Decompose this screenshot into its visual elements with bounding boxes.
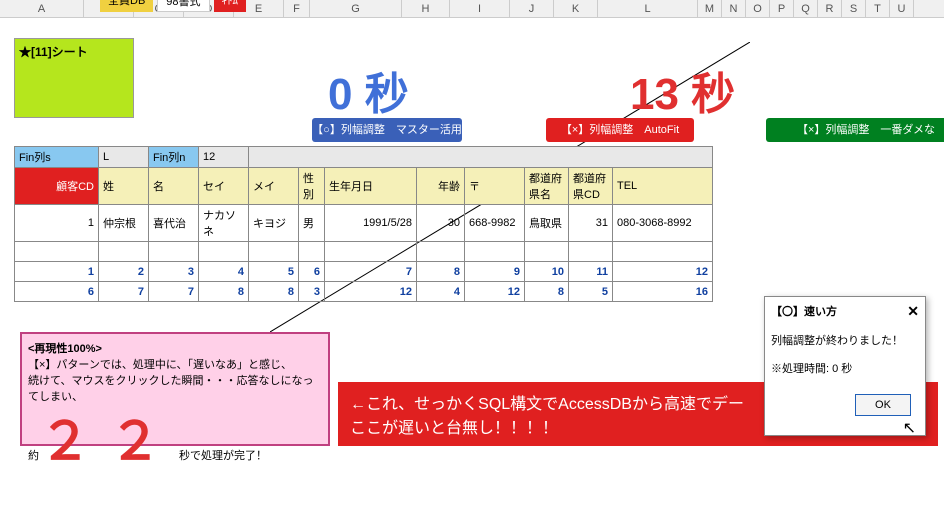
reproducibility-note: <再現性100%> 【×】パターンでは、処理中に、「遅いなあ」と感じ、 続けて、… [20, 332, 330, 446]
col-header-N[interactable]: N [722, 0, 746, 17]
number-row-1[interactable]: 123456789101112 [15, 262, 713, 282]
col-header-G[interactable]: G [310, 0, 402, 17]
timer-0-sec: 0 秒 [328, 58, 409, 122]
big-22-number: ２２ [39, 413, 179, 471]
dialog-title: 【〇】速い方 [771, 303, 837, 320]
col-header-S[interactable]: S [842, 0, 866, 17]
col-header-F[interactable]: F [284, 0, 310, 17]
dialog-time: ※処理時間: 0 秒 [771, 360, 919, 376]
header-row: 顧客CD 姓 名 セイ メイ 性別 生年月日 年齢 〒 都道府県名 都道府県CD… [15, 168, 713, 205]
sheet-tab-1[interactable]: 全員DB [100, 0, 153, 12]
data-row-1[interactable]: 1 仲宗根 喜代治 ナカソネ キヨジ 男 1991/5/28 30 668-99… [15, 205, 713, 242]
col-adjust-worst-button[interactable]: 【×】列幅調整 一番ダメな [766, 118, 944, 142]
col-header-H[interactable]: H [402, 0, 450, 17]
col-header-R[interactable]: R [818, 0, 842, 17]
ok-button[interactable]: OK [855, 394, 911, 416]
close-icon[interactable]: ✕ [907, 303, 919, 320]
empty-row[interactable] [15, 242, 713, 262]
col-header-A[interactable]: A [0, 0, 84, 17]
col-header-J[interactable]: J [510, 0, 554, 17]
sheet-tab-3[interactable]: ｷﾄﾑ [214, 0, 247, 12]
fin-col-s-label: Fin列s [15, 147, 99, 168]
sheet-tab-2[interactable]: 98書式 [157, 0, 209, 12]
customer-table: Fin列s L Fin列n 12 顧客CD 姓 名 セイ メイ 性別 生年月日 … [14, 146, 713, 302]
sheet-tabs[interactable]: 全員DB 98書式 ｷﾄﾑ [100, 0, 246, 12]
fin-col-n-label: Fin列n [149, 147, 199, 168]
col-header-P[interactable]: P [770, 0, 794, 17]
sheet-label-green: ★[11]シート [14, 38, 134, 118]
dialog-body: 列幅調整が終わりました！ [771, 332, 919, 348]
col-header-I[interactable]: I [450, 0, 510, 17]
col-header-T[interactable]: T [866, 0, 890, 17]
col-header-U[interactable]: U [890, 0, 914, 17]
timer-13-sec: 13 秒 [630, 58, 735, 122]
col-header-L[interactable]: L [598, 0, 698, 17]
message-dialog: 【〇】速い方 ✕ 列幅調整が終わりました！ ※処理時間: 0 秒 OK [764, 296, 926, 436]
col-header-Q[interactable]: Q [794, 0, 818, 17]
col-header-O[interactable]: O [746, 0, 770, 17]
col-header-M[interactable]: M [698, 0, 722, 17]
definition-row: Fin列s L Fin列n 12 [15, 147, 713, 168]
number-row-2[interactable]: 677883124128516 [15, 282, 713, 302]
mouse-cursor-icon: ↖ [903, 418, 916, 438]
col-adjust-master-button[interactable]: 【○】列幅調整 マスター活用 [312, 118, 462, 142]
col-header-K[interactable]: K [554, 0, 598, 17]
col-adjust-autofit-button[interactable]: 【×】列幅調整 AutoFit [546, 118, 694, 142]
